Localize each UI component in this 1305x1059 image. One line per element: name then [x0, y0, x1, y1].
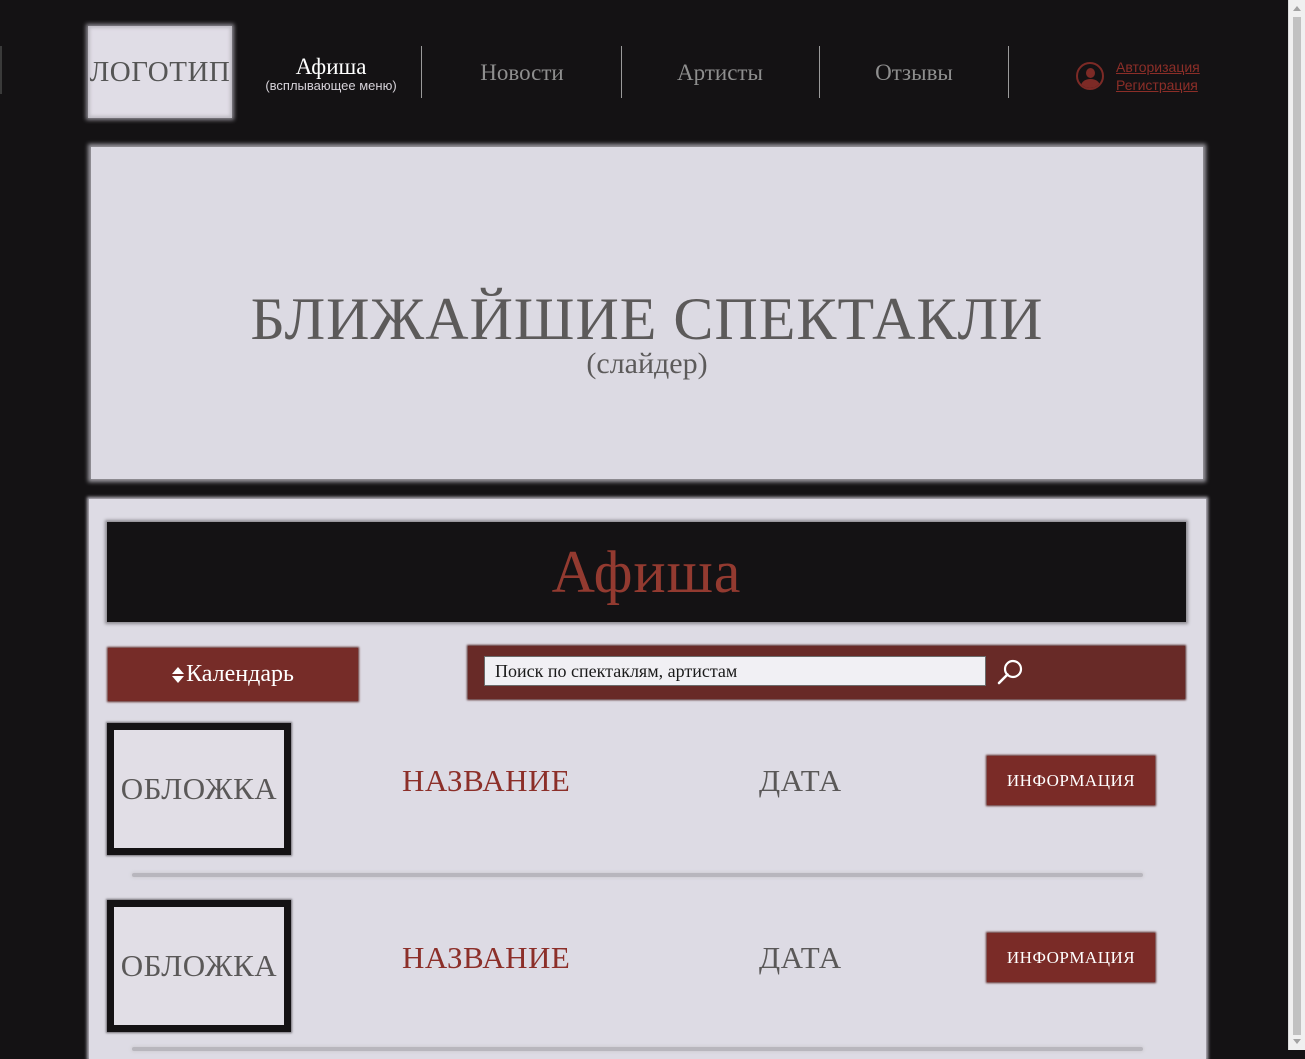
search-bar — [468, 646, 1185, 699]
slider-subtitle: (слайдер) — [586, 347, 708, 380]
nav-artists-label: Артисты — [677, 60, 763, 85]
sort-icon — [172, 666, 185, 684]
window-edge — [0, 46, 2, 94]
nav-news[interactable]: Новости — [430, 46, 614, 100]
nav-reviews[interactable]: Отзывы — [828, 46, 1000, 100]
calendar-button[interactable]: Календарь — [108, 648, 358, 701]
scroll-down-icon[interactable] — [1293, 1039, 1301, 1044]
logo[interactable]: ЛОГОТИП — [88, 26, 232, 118]
nav-news-label: Новости — [480, 60, 564, 85]
logo-label: ЛОГОТИП — [89, 55, 231, 88]
scroll-up-icon[interactable] — [1293, 6, 1301, 11]
item-date: ДАТА — [759, 940, 842, 975]
item-cover[interactable]: ОБЛОЖКА — [107, 900, 291, 1032]
vertical-scrollbar[interactable] — [1288, 0, 1305, 1050]
item-divider — [132, 1047, 1143, 1051]
user-icon[interactable] — [1076, 62, 1104, 90]
info-button-label: ИНФОРМАЦИЯ — [1006, 770, 1136, 790]
nav-separator — [421, 46, 422, 98]
item-title[interactable]: НАЗВАНИЕ — [402, 940, 582, 976]
login-link[interactable]: Авторизация — [1116, 59, 1200, 75]
register-link[interactable]: Регистрация — [1116, 77, 1198, 93]
item-date: ДАТА — [759, 763, 842, 798]
nav-reviews-label: Отзывы — [875, 60, 953, 85]
nav-afisha-sub: (всплывающее меню) — [265, 77, 397, 93]
item-cover[interactable]: ОБЛОЖКА — [107, 723, 291, 855]
afisha-heading: Афиша — [551, 538, 742, 605]
nav-separator — [621, 46, 622, 98]
info-button-label: ИНФОРМАЦИЯ — [1006, 947, 1136, 967]
scrollbar-thumb[interactable] — [1293, 17, 1301, 1035]
search-icon[interactable] — [995, 657, 1025, 687]
item-cover-label: ОБЛОЖКА — [120, 948, 278, 983]
nav-afisha[interactable]: Афиша (всплывающее меню) — [250, 46, 412, 100]
item-title[interactable]: НАЗВАНИЕ — [402, 763, 582, 799]
slider-title: БЛИЖАЙШИЕ СПЕКТАКЛИ — [250, 286, 1044, 352]
calendar-label: Календарь — [186, 661, 294, 687]
search-input[interactable] — [484, 656, 986, 686]
nav-artists[interactable]: Артисты — [630, 46, 810, 100]
info-button[interactable]: ИНФОРМАЦИЯ — [987, 756, 1155, 805]
item-divider — [132, 873, 1143, 877]
afisha-banner: Афиша — [107, 522, 1186, 622]
nav-separator — [819, 46, 820, 98]
nav-afisha-label: Афиша — [295, 53, 367, 79]
afisha-section: Афиша Календарь ОБЛОЖКА НАЗВАНИЕ ДАТА ИН… — [89, 499, 1206, 1059]
info-button[interactable]: ИНФОРМАЦИЯ — [987, 933, 1155, 982]
item-cover-label: ОБЛОЖКА — [120, 771, 278, 806]
nav-separator — [1008, 46, 1009, 98]
upcoming-shows-slider[interactable]: БЛИЖАЙШИЕ СПЕКТАКЛИ (слайдер) — [91, 147, 1203, 479]
